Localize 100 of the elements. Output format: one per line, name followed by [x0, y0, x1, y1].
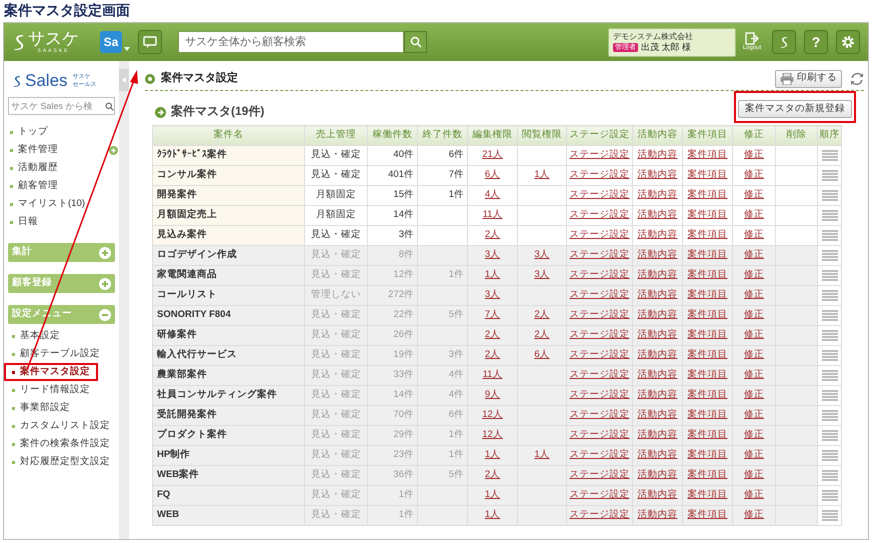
- table-cell: 40件: [368, 146, 418, 166]
- chat-button[interactable]: [138, 30, 162, 54]
- table-cell: 1件: [368, 506, 418, 526]
- sidebar-item[interactable]: 案件の検索条件設定: [20, 436, 110, 452]
- edit-permission-link[interactable]: 1人: [484, 489, 500, 500]
- edit-permission-link[interactable]: 2人: [484, 329, 500, 340]
- sidebar-item[interactable]: 顧客管理: [18, 178, 58, 194]
- global-search-field[interactable]: サスケ全体から顧客検索: [178, 31, 404, 53]
- drag-handle-icon[interactable]: [822, 490, 838, 502]
- sidebar-item[interactable]: 事業部設定: [20, 400, 70, 416]
- drag-handle-icon[interactable]: [822, 470, 838, 482]
- caret-icon: [124, 47, 130, 51]
- sidebar-item[interactable]: 活動履歴: [18, 160, 58, 176]
- table-cell: WEB案件: [152, 466, 304, 486]
- table-cell: 14件: [368, 386, 418, 406]
- expand-icon[interactable]: [99, 246, 111, 258]
- drag-handle-icon[interactable]: [822, 190, 838, 202]
- sidebar-item[interactable]: マイリスト(10): [18, 196, 85, 212]
- drag-handle-icon[interactable]: [822, 370, 838, 382]
- drag-handle-icon[interactable]: [822, 350, 838, 362]
- table-cell: FQ: [152, 486, 304, 506]
- table-cell: 401件: [368, 166, 418, 186]
- s-logo-icon: [779, 35, 789, 49]
- refresh-icon[interactable]: [850, 72, 864, 86]
- edit-permission-link[interactable]: 9人: [484, 389, 500, 400]
- app-switcher[interactable]: Sa: [100, 31, 122, 53]
- drag-handle-icon[interactable]: [822, 310, 838, 322]
- drag-handle-icon[interactable]: [822, 390, 838, 402]
- table-cell: 5件: [418, 306, 468, 326]
- expand-icon[interactable]: [99, 278, 111, 290]
- table-cell: 見込・確定: [304, 366, 368, 386]
- sidebar-toggle[interactable]: [119, 69, 129, 91]
- table-cell: 4件: [418, 366, 468, 386]
- edit-permission-link[interactable]: 1人: [484, 509, 500, 520]
- settings-button[interactable]: [836, 30, 860, 54]
- view-permission-link[interactable]: 1人: [534, 169, 550, 180]
- edit-permission-link[interactable]: 4人: [484, 189, 500, 200]
- table-cell: 見込・確定: [304, 426, 368, 446]
- view-permission-link[interactable]: 2人: [534, 309, 550, 320]
- new-register-button[interactable]: 案件マスタの新規登録: [738, 100, 852, 118]
- column-header: 編集権限: [468, 126, 518, 146]
- column-header: 稼働件数: [368, 126, 418, 146]
- sidebar-item[interactable]: カスタムリスト設定: [20, 418, 110, 434]
- column-header: 終了件数: [418, 126, 468, 146]
- table-cell: WEB: [152, 506, 304, 526]
- sidebar-item[interactable]: 案件管理: [18, 142, 58, 158]
- edit-permission-link[interactable]: 1人: [484, 269, 500, 280]
- drag-handle-icon[interactable]: [822, 410, 838, 422]
- edit-permission-link[interactable]: 2人: [484, 469, 500, 480]
- table-cell: 19件: [368, 346, 418, 366]
- edit-permission-link[interactable]: 3人: [484, 289, 500, 300]
- view-permission-link[interactable]: 6人: [534, 349, 550, 360]
- table-cell: 3件: [368, 226, 418, 246]
- logout-icon: [745, 32, 759, 45]
- drag-handle-icon[interactable]: [822, 330, 838, 342]
- edit-permission-link[interactable]: 7人: [484, 309, 500, 320]
- view-permission-link[interactable]: 3人: [534, 269, 550, 280]
- sidebar-item[interactable]: 対応履歴定型文設定: [20, 454, 110, 470]
- sidebar-item[interactable]: トップ: [18, 124, 48, 140]
- drag-handle-icon[interactable]: [822, 170, 838, 182]
- view-permission-link[interactable]: 3人: [534, 249, 550, 260]
- sidebar-item[interactable]: 日報: [18, 214, 38, 230]
- page-heading: 案件マスタ設定: [161, 70, 238, 86]
- table-cell: 26件: [368, 326, 418, 346]
- edit-permission-link[interactable]: 2人: [484, 349, 500, 360]
- drag-handle-icon[interactable]: [822, 290, 838, 302]
- table-cell: ロゴデザイン作成: [152, 246, 304, 266]
- sidebar-item[interactable]: リード情報設定: [20, 382, 90, 398]
- table-cell: 見込・確定: [304, 346, 368, 366]
- view-permission-link[interactable]: 2人: [534, 329, 550, 340]
- drag-handle-icon[interactable]: [822, 250, 838, 262]
- drag-handle-icon[interactable]: [822, 210, 838, 222]
- edit-permission-link[interactable]: 3人: [484, 249, 500, 260]
- table-cell: 6件: [418, 406, 468, 426]
- column-header: 順序: [818, 126, 842, 146]
- table-cell: 月額固定: [304, 206, 368, 226]
- drag-handle-icon[interactable]: [822, 510, 838, 522]
- edit-permission-link[interactable]: 2人: [484, 229, 500, 240]
- column-header: ステージ設定: [566, 126, 632, 146]
- help-button[interactable]: ?: [804, 30, 828, 54]
- table-cell: 5件: [418, 466, 468, 486]
- drag-handle-icon[interactable]: [822, 270, 838, 282]
- table-cell: 36件: [368, 466, 418, 486]
- sales-search-field[interactable]: サスケ Sales から検: [8, 97, 115, 115]
- view-permission-link[interactable]: 1人: [534, 449, 550, 460]
- search-button[interactable]: [404, 31, 427, 53]
- expand-icon[interactable]: [109, 146, 118, 154]
- print-button[interactable]: 印刷する: [775, 70, 842, 88]
- collapse-icon[interactable]: [99, 308, 111, 320]
- table-cell: 月額固定売上: [152, 206, 304, 226]
- sales-app-button[interactable]: [772, 30, 796, 54]
- edit-permission-link[interactable]: 1人: [484, 449, 500, 460]
- drag-handle-icon[interactable]: [822, 230, 838, 242]
- edit-permission-link[interactable]: 6人: [484, 169, 500, 180]
- list-title: 案件マスタ(19件): [171, 103, 264, 120]
- table-cell: 輸入代行サービス: [152, 346, 304, 366]
- drag-handle-icon[interactable]: [822, 430, 838, 442]
- table-cell: 農業部案件: [152, 366, 304, 386]
- drag-handle-icon[interactable]: [822, 150, 838, 162]
- drag-handle-icon[interactable]: [822, 450, 838, 462]
